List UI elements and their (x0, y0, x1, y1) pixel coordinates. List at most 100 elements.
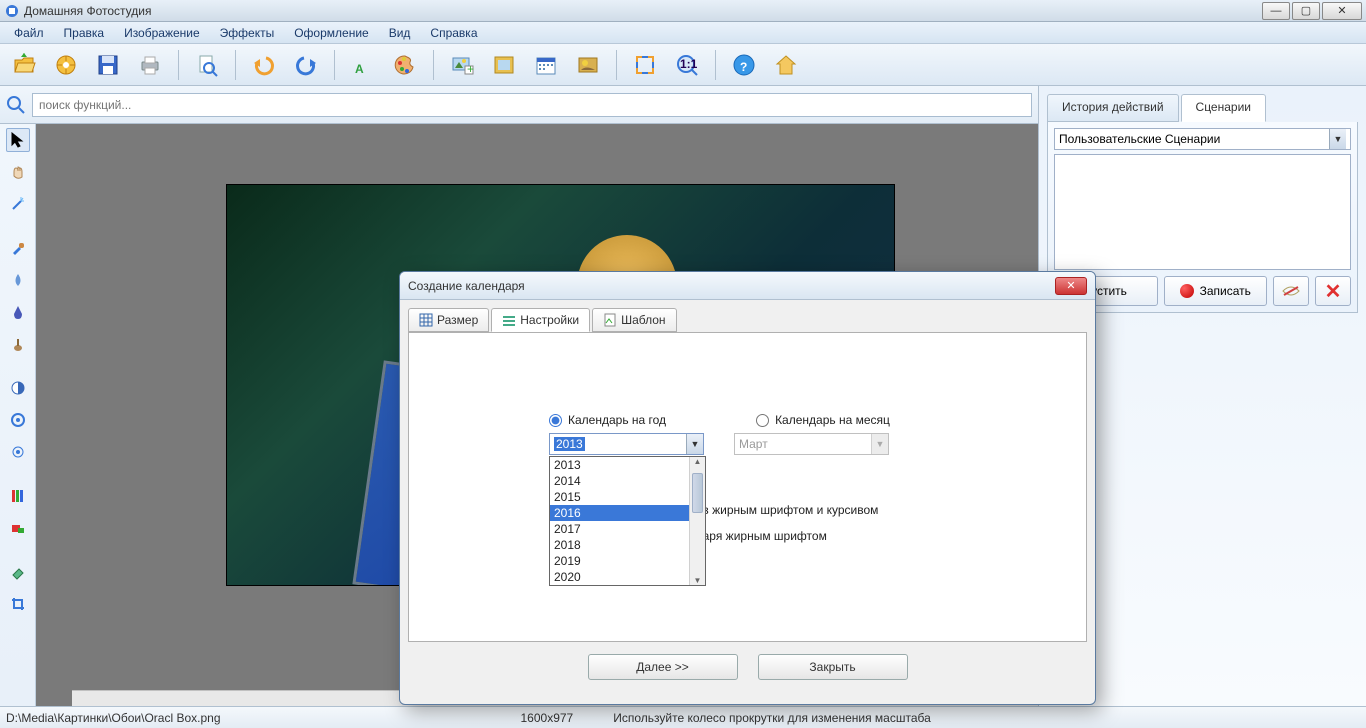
print-button[interactable] (132, 48, 168, 82)
dodge-tool[interactable] (6, 440, 30, 464)
check-bold-label-tail: ндаря жирным шрифтом (689, 529, 827, 543)
text-button[interactable]: A (345, 48, 381, 82)
window-title: Домашняя Фотостудия (24, 4, 151, 18)
year-combo-value: 2013 (554, 437, 585, 451)
search-input[interactable] (32, 93, 1032, 117)
next-button[interactable]: Далее >> (588, 654, 738, 680)
scenario-list[interactable] (1054, 154, 1351, 270)
month-combo-value: Март (739, 437, 768, 451)
tab-template[interactable]: Шаблон (592, 308, 676, 332)
fit-screen-button[interactable] (627, 48, 663, 82)
svg-text:A: A (355, 62, 364, 76)
svg-text:+: + (467, 62, 474, 76)
menu-bar: Файл Правка Изображение Эффекты Оформлен… (0, 22, 1366, 44)
menu-help[interactable]: Справка (420, 24, 487, 42)
hand-tool[interactable] (6, 160, 30, 184)
year-option[interactable]: 2017 (550, 521, 705, 537)
undo-button[interactable] (246, 48, 282, 82)
year-option[interactable]: 2020 (550, 569, 705, 585)
wand-tool[interactable] (6, 192, 30, 216)
batch-button[interactable] (48, 48, 84, 82)
status-bar: D:\Media\Картинки\Обои\Oracl Box.png 160… (0, 706, 1366, 728)
svg-text:?: ? (740, 60, 747, 74)
search-row (0, 86, 1038, 124)
menu-decoration[interactable]: Оформление (284, 24, 378, 42)
smudge-tool[interactable] (6, 300, 30, 324)
postcard-button[interactable] (570, 48, 606, 82)
dialog-title-bar: Создание календаря ✕ (400, 272, 1095, 300)
status-dimensions: 1600x977 (521, 711, 574, 725)
record-icon (1180, 284, 1194, 298)
save-button[interactable] (90, 48, 126, 82)
sharpen-tool[interactable] (6, 408, 30, 432)
status-path: D:\Media\Картинки\Обои\Oracl Box.png (6, 711, 221, 725)
radio-month[interactable]: Календарь на месяц (756, 413, 890, 427)
menu-view[interactable]: Вид (379, 24, 421, 42)
blur-tool[interactable] (6, 268, 30, 292)
chevron-down-icon: ▼ (871, 434, 888, 454)
menu-effects[interactable]: Эффекты (210, 24, 285, 42)
app-icon (4, 3, 20, 19)
chevron-down-icon: ▼ (1329, 129, 1346, 149)
tool-tray (0, 124, 36, 706)
maximize-button[interactable]: ▢ (1292, 2, 1320, 20)
scenario-select-value: Пользовательские Сценарии (1059, 132, 1220, 146)
year-option[interactable]: 2019 (550, 553, 705, 569)
help-button[interactable]: ? (726, 48, 762, 82)
insert-image-button[interactable]: + (444, 48, 480, 82)
home-button[interactable] (768, 48, 804, 82)
tab-size[interactable]: Размер (408, 308, 489, 332)
chevron-down-icon: ▼ (686, 434, 703, 454)
year-option[interactable]: 2013 (550, 457, 705, 473)
minimize-button[interactable]: — (1262, 2, 1290, 20)
tab-settings[interactable]: Настройки (491, 308, 590, 332)
levels-tool[interactable] (6, 484, 30, 508)
clone-tool[interactable] (6, 332, 30, 356)
year-option[interactable]: 2014 (550, 473, 705, 489)
month-combo: Март ▼ (734, 433, 889, 455)
main-toolbar: A + 1:1 ? (0, 44, 1366, 86)
settings-icon (502, 313, 516, 327)
open-button[interactable] (6, 48, 42, 82)
redo-button[interactable] (288, 48, 324, 82)
delete-button[interactable]: ✕ (1315, 276, 1351, 306)
status-hint: Используйте колесо прокрутки для изменен… (613, 711, 931, 725)
menu-image[interactable]: Изображение (114, 24, 210, 42)
year-option[interactable]: 2016 (550, 505, 705, 521)
menu-file[interactable]: Файл (4, 24, 54, 42)
year-combo[interactable]: 2013 ▼ 2013 2014 2015 2016 2017 2018 201… (549, 433, 704, 455)
dialog-title: Создание календаря (408, 279, 1055, 293)
dialog-body: Календарь на год Календарь на месяц 2013… (408, 332, 1087, 642)
x-icon: ✕ (1325, 279, 1342, 304)
contrast-tool[interactable] (6, 376, 30, 400)
title-bar: Домашняя Фотостудия — ▢ ✕ (0, 0, 1366, 22)
menu-edit[interactable]: Правка (54, 24, 115, 42)
tab-history[interactable]: История действий (1047, 94, 1179, 122)
redeye-tool[interactable] (6, 516, 30, 540)
actual-size-button[interactable]: 1:1 (669, 48, 705, 82)
close-button[interactable]: ✕ (1322, 2, 1362, 20)
year-dropdown: 2013 2014 2015 2016 2017 2018 2019 2020 (549, 456, 706, 586)
dialog-close-button[interactable]: ✕ (1055, 277, 1087, 295)
calendar-dialog: Создание календаря ✕ Размер Настройки Ша… (399, 271, 1096, 705)
crop-tool[interactable] (6, 592, 30, 616)
zoom-document-button[interactable] (189, 48, 225, 82)
calendar-button[interactable] (528, 48, 564, 82)
eraser-tool[interactable] (6, 560, 30, 584)
radio-year[interactable]: Календарь на год (549, 413, 666, 427)
dropdown-scrollbar[interactable] (689, 457, 705, 585)
close-dialog-button[interactable]: Закрыть (758, 654, 908, 680)
eyedropper-tool[interactable] (6, 236, 30, 260)
search-icon (6, 95, 26, 115)
scenario-select[interactable]: Пользовательские Сценарии ▼ (1054, 128, 1351, 150)
frame-button[interactable] (486, 48, 522, 82)
record-button[interactable]: Записать (1164, 276, 1268, 306)
hide-button[interactable] (1273, 276, 1309, 306)
tab-scenarios[interactable]: Сценарии (1181, 94, 1266, 122)
template-icon (603, 313, 617, 327)
svg-text:1:1: 1:1 (680, 57, 698, 71)
year-option[interactable]: 2018 (550, 537, 705, 553)
year-option[interactable]: 2015 (550, 489, 705, 505)
palette-button[interactable] (387, 48, 423, 82)
pointer-tool[interactable] (6, 128, 30, 152)
